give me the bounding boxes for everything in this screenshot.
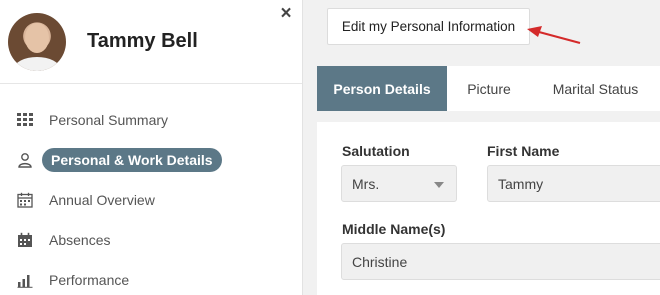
- tab-picture[interactable]: Picture: [447, 66, 531, 111]
- calendar-icon: [17, 192, 33, 208]
- edit-personal-info-button[interactable]: Edit my Personal Information: [327, 8, 530, 45]
- calendar-dark-icon: [18, 232, 32, 247]
- bar-chart-icon: [17, 275, 33, 288]
- salutation-select[interactable]: Mrs.: [341, 165, 457, 202]
- salutation-label: Salutation: [342, 143, 410, 159]
- sidebar-item-annual-overview[interactable]: Annual Overview: [0, 180, 303, 220]
- person-details-panel: Salutation Mrs. First Name Tammy Middle …: [317, 122, 660, 295]
- tab-bar: Person Details Picture Marital Status: [317, 66, 660, 111]
- sidebar-item-absences[interactable]: Absences: [0, 220, 303, 260]
- tab-person-details[interactable]: Person Details: [317, 66, 447, 111]
- middle-name-value: Christine: [352, 253, 408, 270]
- close-icon[interactable]: ×: [277, 4, 295, 24]
- sidebar-item-label: Personal Summary: [49, 112, 169, 128]
- sidebar-nav: Personal Summary Personal & Work Details…: [0, 100, 303, 295]
- first-name-value: Tammy: [498, 175, 544, 192]
- sidebar-item-label: Absences: [49, 232, 111, 248]
- profile-name: Tammy Bell: [87, 30, 198, 52]
- first-name-input[interactable]: Tammy: [487, 165, 660, 202]
- middle-name-input[interactable]: Christine: [341, 243, 660, 280]
- first-name-label: First Name: [487, 143, 560, 159]
- avatar: [8, 13, 66, 71]
- avatar-face: [25, 23, 49, 53]
- salutation-value: Mrs.: [352, 175, 380, 192]
- profile-header: Tammy Bell ×: [0, 0, 302, 84]
- sidebar-item-label: Personal & Work Details: [42, 148, 222, 172]
- tab-marital-status[interactable]: Marital Status: [531, 66, 660, 111]
- grid-icon: [17, 113, 33, 126]
- chevron-down-icon: [434, 182, 444, 188]
- person-icon: [18, 153, 32, 168]
- sidebar-item-personal-summary[interactable]: Personal Summary: [0, 100, 303, 140]
- sidebar-item-label: Annual Overview: [49, 192, 155, 208]
- sidebar-item-performance[interactable]: Performance: [0, 260, 303, 295]
- red-arrow-icon: [527, 26, 581, 45]
- sidebar-item-label: Performance: [49, 272, 130, 288]
- middle-name-label: Middle Name(s): [342, 221, 446, 237]
- sidebar: Tammy Bell × Personal Summary Personal &…: [0, 0, 303, 295]
- avatar-shirt: [14, 57, 60, 71]
- sidebar-item-personal-work-details[interactable]: Personal & Work Details: [0, 140, 303, 180]
